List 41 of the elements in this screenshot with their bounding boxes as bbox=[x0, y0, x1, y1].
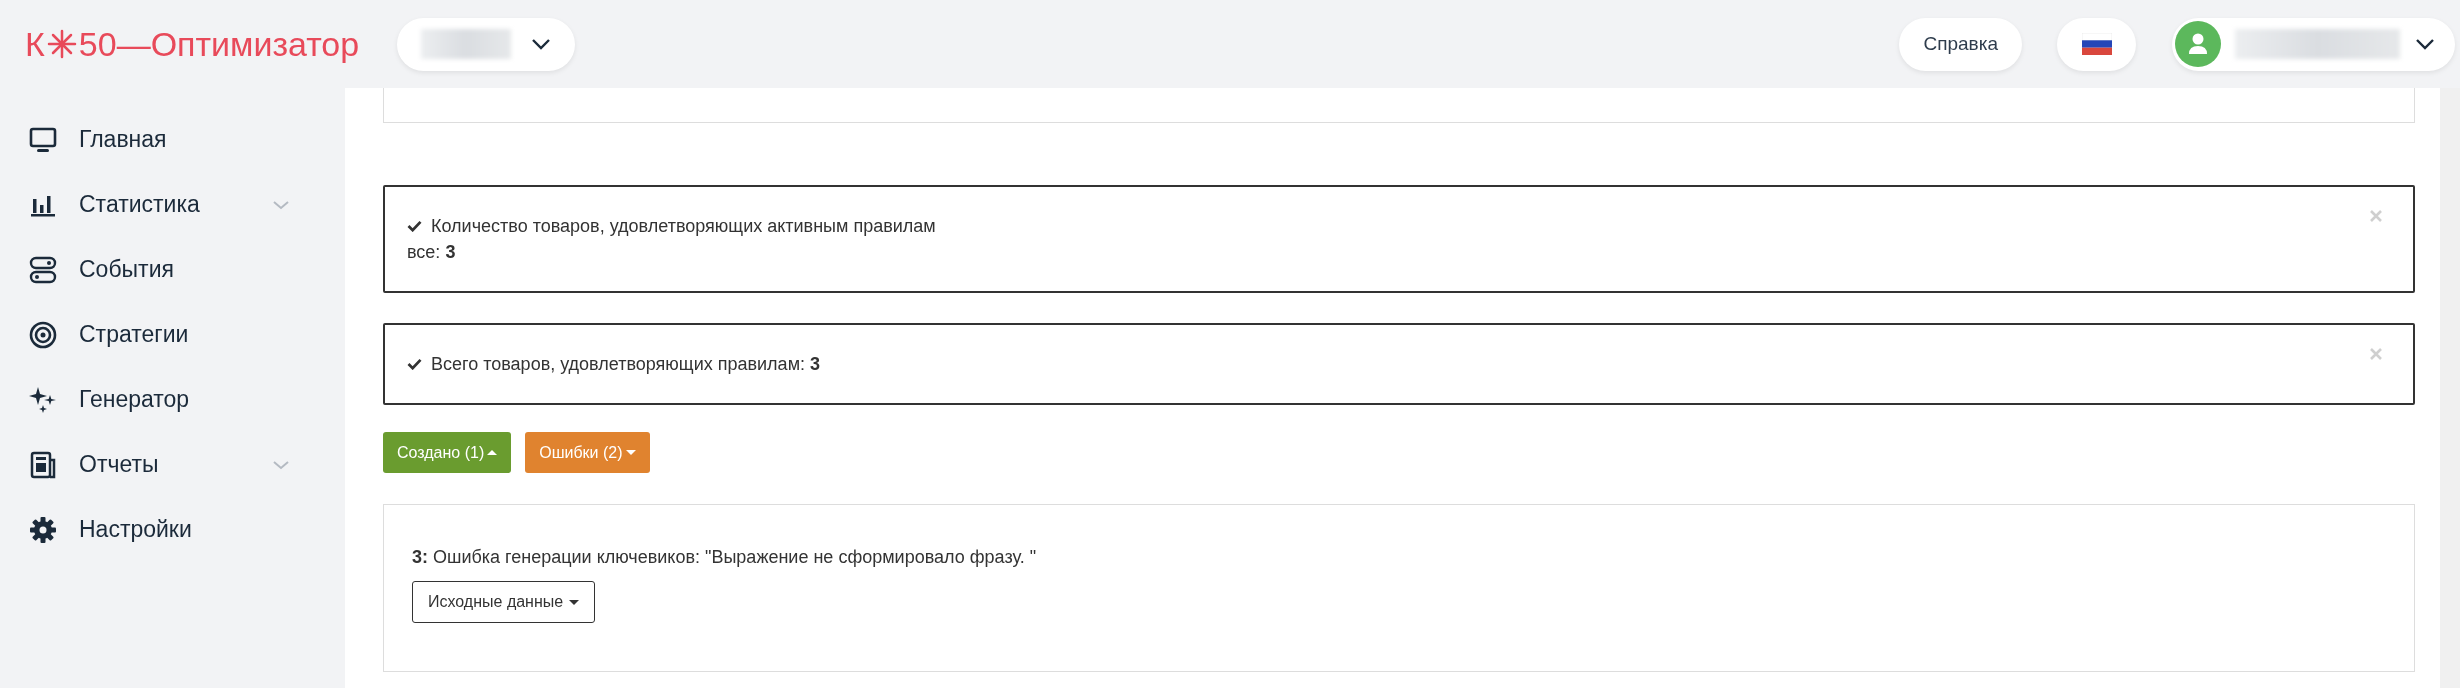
close-icon[interactable] bbox=[2369, 209, 2383, 223]
help-button[interactable]: Справка bbox=[1899, 17, 2022, 71]
sidebar-item[interactable]: Настройки bbox=[0, 497, 290, 562]
sidebar-label: Стратегии bbox=[79, 321, 189, 348]
monitor-icon bbox=[29, 125, 57, 154]
toggles-icon bbox=[29, 255, 57, 284]
checkmark-icon bbox=[407, 358, 422, 370]
error-message: 3: Ошибка генерации ключевиков: "Выражение не сформировало фразу. " bbox=[412, 546, 1038, 569]
flag-icon bbox=[2081, 33, 2112, 55]
chevron-down-icon bbox=[531, 38, 552, 50]
source-data-button[interactable]: Исходные данные bbox=[412, 581, 596, 623]
avatar-icon bbox=[2175, 21, 2221, 67]
alert-text: Всего товаров, удовлетворяющих правилам: 3 bbox=[431, 353, 821, 376]
target-icon bbox=[29, 320, 57, 349]
sidebar-label: Настройки bbox=[79, 516, 192, 543]
sidebar-item[interactable]: Стратегии bbox=[0, 302, 290, 367]
sidebar-label: Статистика bbox=[79, 191, 200, 218]
sidebar-label: Отчеты bbox=[79, 451, 159, 478]
report-icon bbox=[29, 450, 57, 479]
sidebar-item[interactable]: Главная bbox=[0, 107, 290, 172]
logo-text: 50—Оптимизатор bbox=[78, 27, 360, 61]
sidebar-item[interactable]: Отчеты bbox=[0, 432, 290, 497]
chevron-down-icon bbox=[272, 459, 290, 470]
settings-icon bbox=[29, 515, 57, 544]
asterisk-icon bbox=[46, 29, 77, 59]
chevron-down-icon bbox=[272, 199, 290, 210]
sidebar-label: События bbox=[79, 256, 174, 283]
close-icon[interactable] bbox=[2369, 347, 2383, 361]
sidebar-item[interactable]: События bbox=[0, 237, 290, 302]
sidebar-label: Генератор bbox=[79, 386, 190, 413]
alert-detail: все: 3 bbox=[407, 241, 457, 264]
chevron-down-icon bbox=[2415, 38, 2435, 50]
language-button[interactable] bbox=[2057, 17, 2136, 71]
sidebar-item[interactable]: Генератор bbox=[0, 367, 290, 432]
sidebar-label: Главная bbox=[79, 126, 167, 153]
sidebar-item[interactable]: Статистика bbox=[0, 172, 290, 237]
user-dropdown[interactable] bbox=[2172, 17, 2455, 71]
checkmark-icon bbox=[407, 220, 422, 232]
logo-text: К bbox=[25, 27, 45, 61]
alert-text: Количество товаров, удовлетворяющих активным правилам bbox=[431, 215, 936, 238]
project-dropdown[interactable] bbox=[397, 17, 576, 71]
